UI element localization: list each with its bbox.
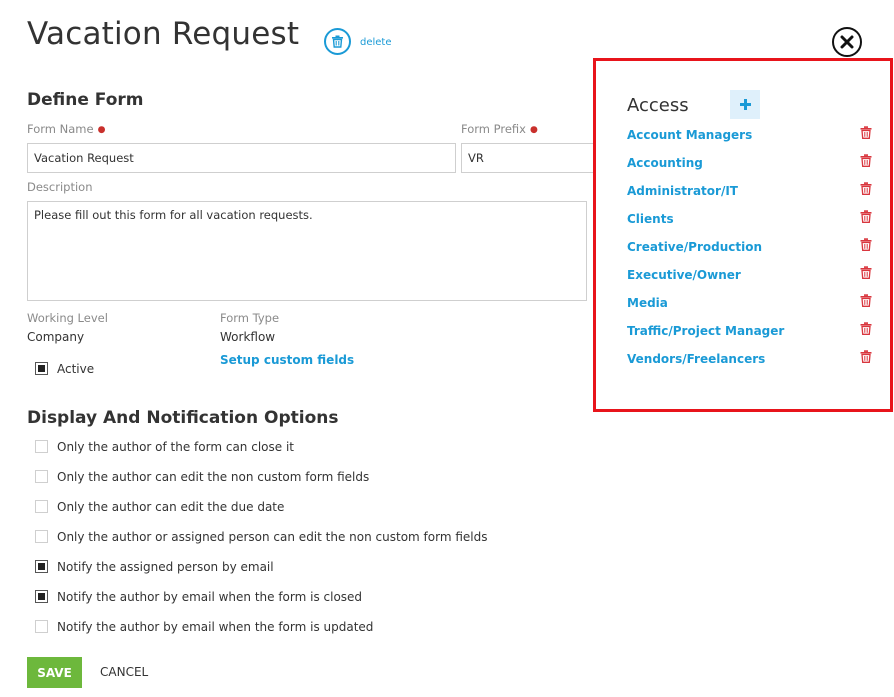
- working-level-label: Working Level: [27, 311, 108, 325]
- option-label: Notify the assigned person by email: [57, 560, 274, 574]
- save-button[interactable]: SAVE: [27, 657, 82, 688]
- description-textarea[interactable]: Please fill out this form for all vacati…: [27, 201, 587, 301]
- remove-access-icon[interactable]: [860, 292, 872, 307]
- form-type-label: Form Type: [220, 311, 280, 325]
- access-item[interactable]: Media: [627, 296, 668, 310]
- active-label: Active: [57, 362, 95, 376]
- access-item[interactable]: Executive/Owner: [627, 268, 741, 282]
- option-checkbox[interactable]: [35, 560, 48, 573]
- access-item[interactable]: Vendors/Freelancers: [627, 352, 765, 366]
- form-prefix-label: Form Prefix ●: [461, 122, 538, 136]
- cancel-button[interactable]: CANCEL: [100, 665, 148, 679]
- access-title: Access: [627, 95, 689, 116]
- option-checkbox[interactable]: [35, 590, 48, 603]
- remove-access-icon[interactable]: [860, 348, 872, 363]
- delete-button[interactable]: [324, 28, 351, 55]
- form-name-label: Form Name ●: [27, 122, 106, 136]
- option-checkbox[interactable]: [35, 620, 48, 633]
- close-button[interactable]: [832, 27, 862, 57]
- option-label: Only the author of the form can close it: [57, 440, 294, 454]
- access-item[interactable]: Traffic/Project Manager: [627, 324, 784, 338]
- access-item[interactable]: Administrator/IT: [627, 184, 738, 198]
- access-item[interactable]: Account Managers: [627, 128, 752, 142]
- access-item[interactable]: Clients: [627, 212, 674, 226]
- close-icon: [840, 35, 854, 49]
- option-label: Only the author can edit the due date: [57, 500, 285, 514]
- delete-link[interactable]: delete: [360, 37, 392, 48]
- working-level-value: Company: [27, 330, 85, 344]
- add-access-button[interactable]: [730, 90, 760, 119]
- required-marker: ●: [529, 125, 538, 135]
- remove-access-icon[interactable]: [860, 320, 872, 335]
- remove-access-icon[interactable]: [860, 180, 872, 195]
- option-label: Only the author or assigned person can e…: [57, 530, 488, 544]
- required-marker: ●: [97, 125, 106, 135]
- remove-access-icon[interactable]: [860, 124, 872, 139]
- remove-access-icon[interactable]: [860, 208, 872, 223]
- access-item[interactable]: Accounting: [627, 156, 703, 170]
- option-label: Notify the author by email when the form…: [57, 590, 363, 604]
- remove-access-icon[interactable]: [860, 152, 872, 167]
- form-prefix-input[interactable]: [461, 143, 600, 173]
- option-label: Notify the author by email when the form…: [57, 620, 374, 634]
- define-form-heading: Define Form: [27, 90, 144, 110]
- display-options-heading: Display And Notification Options: [27, 408, 339, 428]
- option-checkbox[interactable]: [35, 530, 48, 543]
- active-checkbox[interactable]: [35, 362, 48, 375]
- remove-access-icon[interactable]: [860, 264, 872, 279]
- form-type-value: Workflow: [220, 330, 276, 344]
- option-checkbox[interactable]: [35, 470, 48, 483]
- plus-icon: [739, 99, 751, 110]
- option-checkbox[interactable]: [35, 440, 48, 453]
- trash-icon: [332, 35, 343, 48]
- access-item[interactable]: Creative/Production: [627, 240, 762, 254]
- form-name-input[interactable]: [27, 143, 456, 173]
- setup-custom-fields-link[interactable]: Setup custom fields: [220, 353, 354, 367]
- description-label: Description: [27, 180, 93, 194]
- option-label: Only the author can edit the non custom …: [57, 470, 370, 484]
- option-checkbox[interactable]: [35, 500, 48, 513]
- page-title: Vacation Request: [27, 16, 300, 52]
- remove-access-icon[interactable]: [860, 236, 872, 251]
